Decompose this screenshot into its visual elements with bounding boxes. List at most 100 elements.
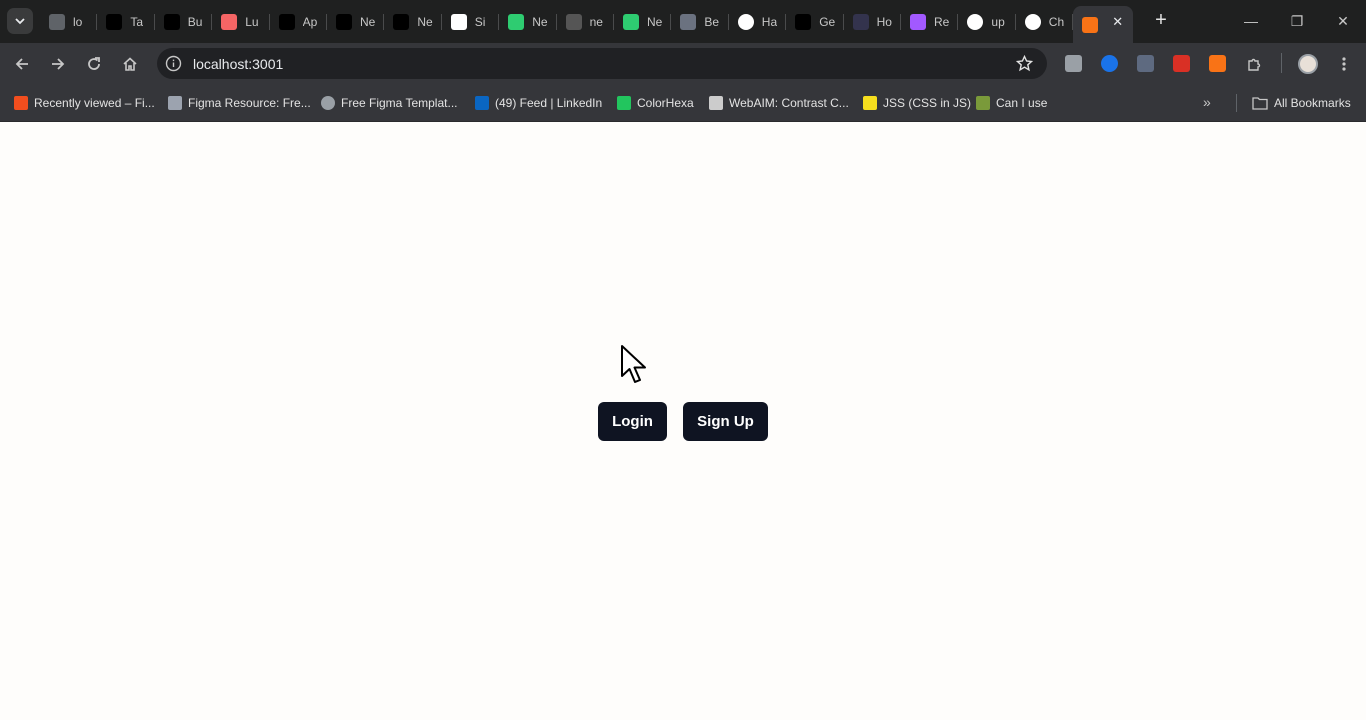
blue-extension-icon[interactable]: [1101, 55, 1118, 72]
tab-2[interactable]: Ta: [97, 6, 155, 37]
page-icon: [1082, 16, 1099, 33]
url-text[interactable]: localhost:3001: [193, 56, 283, 72]
tab-title: ne: [589, 14, 603, 29]
tab-title: Ha: [761, 14, 778, 29]
login-button[interactable]: Login: [598, 402, 667, 441]
bookmark-label: ColorHexa: [637, 95, 694, 110]
tab-search-button[interactable]: [7, 8, 33, 34]
tab-title: Re: [934, 14, 950, 29]
figma-icon: [14, 95, 28, 110]
tab-title: Ap: [302, 14, 318, 29]
bookmark-item[interactable]: Free Figma Templat...: [321, 94, 457, 111]
home-button[interactable]: [117, 51, 143, 77]
tab-strip: lo Ta Bu Lu Ap Ne Ne Si Ne ne Ne Be Ha Ge Ho Re up Ch ✕ + …: [0, 0, 1366, 43]
chatgpt-icon: [1024, 13, 1041, 30]
bookmark-item[interactable]: ColorHexa: [617, 94, 694, 111]
bookmark-item[interactable]: WebAIM: Contrast C...: [709, 94, 849, 111]
extensions-button[interactable]: [1241, 51, 1267, 77]
all-bookmarks-label: All Bookmarks: [1274, 95, 1351, 110]
bookmark-item[interactable]: Can I use: [976, 94, 1047, 111]
tab-16[interactable]: Re: [901, 6, 959, 37]
webaim-icon: [709, 95, 723, 110]
tab-title: Lu: [245, 14, 259, 29]
new-tab-button[interactable]: +: [1150, 8, 1172, 34]
bookmark-label: Figma Resource: Fre...: [188, 95, 311, 110]
bookmark-star-icon[interactable]: [1016, 55, 1033, 72]
home-icon: [123, 57, 137, 71]
forward-button[interactable]: [45, 51, 71, 77]
kinde-icon: [393, 13, 410, 30]
restore-button[interactable]: ❐: [1274, 10, 1320, 32]
bookmark-label: Free Figma Templat...: [341, 95, 458, 110]
kinde-k-icon: [450, 13, 467, 30]
tab-19[interactable]: ✕: [1073, 6, 1134, 43]
tab-6[interactable]: Ne: [327, 6, 385, 37]
resource-icon: [168, 95, 182, 110]
dropper-extension-icon[interactable]: [1137, 55, 1154, 72]
forward-arrow-icon: [52, 58, 65, 70]
back-arrow-icon: [15, 58, 28, 70]
chevron-down-icon: [15, 18, 25, 25]
tab-title: Be: [704, 14, 720, 29]
address-bar[interactable]: localhost:3001: [157, 48, 1047, 79]
tab-7[interactable]: Ne: [384, 6, 442, 37]
kebab-menu-icon: [1342, 57, 1346, 71]
tab-17[interactable]: up: [958, 6, 1016, 37]
bookmark-item[interactable]: (49) Feed | LinkedIn: [475, 94, 602, 111]
close-window-button[interactable]: ✕: [1320, 10, 1366, 32]
tab-13[interactable]: Ha: [729, 6, 787, 37]
tab-title: Si: [474, 14, 486, 29]
tab-4[interactable]: Lu: [212, 6, 270, 37]
reload-button[interactable]: [81, 51, 107, 77]
red-extension-icon[interactable]: [1173, 55, 1190, 72]
toolbar-divider: [1281, 53, 1282, 73]
tab-title: Ta: [130, 14, 144, 29]
bookmarks-divider: [1236, 94, 1237, 112]
close-tab-icon[interactable]: ✕: [1112, 14, 1123, 30]
minimize-button[interactable]: —: [1228, 10, 1274, 32]
globe-icon: [321, 95, 335, 110]
tab-9[interactable]: Ne: [499, 6, 557, 37]
tab-title: Ge: [819, 14, 836, 29]
bookmark-label: Recently viewed – Fi...: [34, 95, 155, 110]
back-button[interactable]: [9, 51, 35, 77]
tab-3[interactable]: Bu: [155, 6, 213, 37]
tab-15[interactable]: Ho: [844, 6, 901, 37]
tab-title: Ne: [532, 14, 548, 29]
tab-10[interactable]: ne: [557, 6, 614, 37]
tailwind-icon: [106, 13, 123, 30]
tab-12[interactable]: Be: [671, 6, 729, 37]
tab-18[interactable]: Ch: [1016, 6, 1074, 37]
tab-8[interactable]: Si: [442, 6, 500, 37]
more-bookmarks-icon[interactable]: »: [1203, 94, 1211, 110]
nextjs-icon: [795, 13, 812, 30]
tab-title: Ch: [1048, 14, 1065, 29]
bookmark-item[interactable]: JSS (CSS in JS): [863, 94, 971, 111]
github-icon: [737, 13, 754, 30]
signup-button[interactable]: Sign Up: [683, 402, 768, 441]
bookmark-item[interactable]: Recently viewed – Fi...: [14, 94, 155, 111]
tab-1[interactable]: lo: [40, 6, 98, 37]
tab-title: lo: [73, 14, 83, 29]
tab-title: Ho: [876, 14, 892, 29]
bookmark-item[interactable]: Figma Resource: Fre...: [168, 94, 311, 111]
profile-button[interactable]: [1295, 51, 1321, 77]
jss-icon: [863, 95, 877, 110]
nodemon-icon: [623, 13, 639, 30]
tab-5[interactable]: Ap: [270, 6, 327, 37]
puzzle-icon: [1247, 58, 1260, 71]
all-bookmarks-button[interactable]: All Bookmarks: [1252, 94, 1351, 111]
tab-title: Bu: [187, 14, 203, 29]
bun-icon: [163, 13, 180, 30]
tab-14[interactable]: Ge: [786, 6, 844, 37]
camera-extension-icon[interactable]: [1065, 55, 1082, 72]
figma-icon: [910, 13, 926, 30]
orange-extension-icon[interactable]: [1209, 55, 1226, 72]
tab-11[interactable]: Ne: [614, 6, 672, 37]
tab-title: up: [991, 14, 1005, 29]
bookmark-label: WebAIM: Contrast C...: [729, 95, 849, 110]
site-info-icon[interactable]: [165, 55, 182, 72]
menu-button[interactable]: [1331, 51, 1357, 77]
nodemon-icon: [508, 13, 525, 30]
reload-icon: [88, 57, 100, 70]
